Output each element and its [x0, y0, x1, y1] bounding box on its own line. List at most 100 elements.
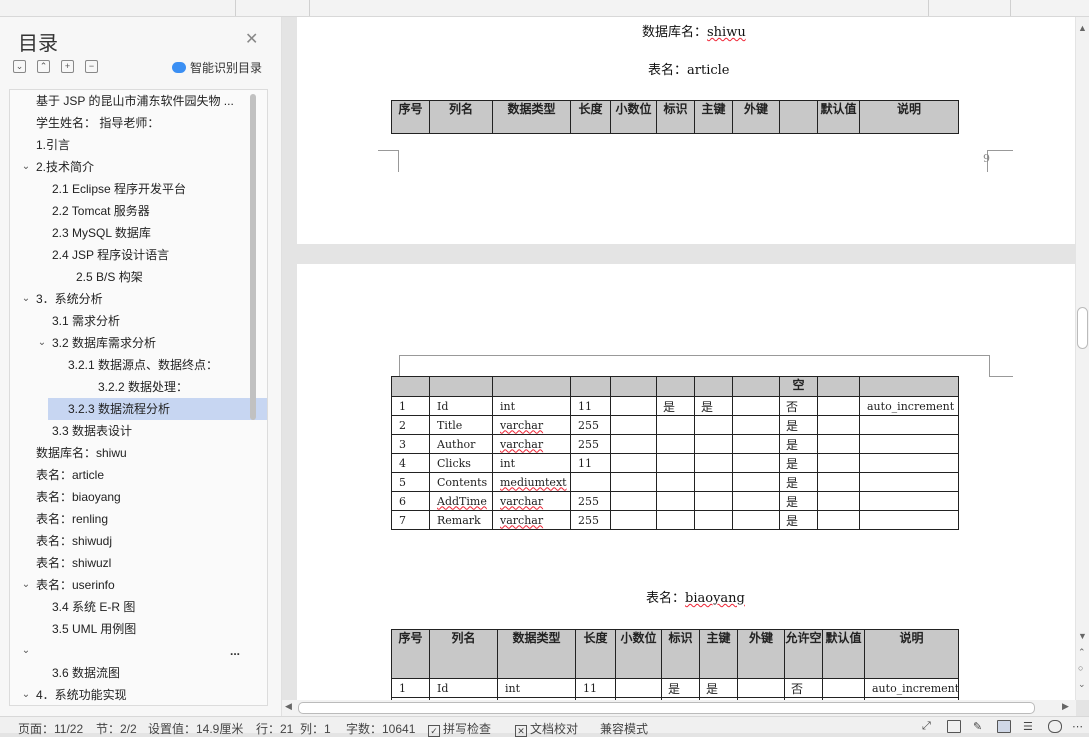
table-cell	[610, 510, 657, 530]
toc-item-selected[interactable]: 3.2.3 数据流程分析	[48, 398, 267, 420]
col-header: 小数位	[615, 629, 662, 679]
col-header: 数据类型	[492, 100, 571, 134]
toc-item[interactable]: 表名：userinfo	[10, 574, 267, 596]
toc-item-label: 3.4 系统 E-R 图	[52, 600, 136, 614]
spellcheck-toggle[interactable]: ✓ 拼写检查	[428, 722, 491, 737]
toc-item[interactable]: 2.4 JSP 程序设计语言	[10, 244, 267, 266]
toc-item[interactable]: 3.5 UML 用例图	[10, 618, 267, 640]
toc-item[interactable]: 表名：shiwudj	[10, 530, 267, 552]
fullscreen-icon[interactable]: ⤢	[922, 720, 934, 732]
col-header	[817, 376, 860, 397]
toc-item-label: 表名：userinfo	[36, 578, 115, 592]
scroll-up-icon[interactable]: ▲	[1078, 23, 1087, 33]
scroll-right-icon[interactable]: ▶	[1062, 701, 1069, 712]
table-cell	[817, 453, 860, 473]
smart-toc-button[interactable]: 智能识别目录	[172, 59, 262, 76]
table-cell	[694, 453, 733, 473]
read-mode-icon[interactable]	[947, 720, 961, 733]
status-page[interactable]: 页面：11/22	[18, 722, 83, 736]
table-cell	[817, 491, 860, 511]
prev-page-icon[interactable]: ⌃	[1078, 647, 1086, 658]
toc-item-label: 表名：shiwuzl	[36, 556, 112, 570]
vertical-scrollbar[interactable]: ▲ ▼ ⌃ ○ ⌄	[1076, 17, 1089, 700]
smart-toc-label: 智能识别目录	[190, 61, 263, 75]
col-header	[694, 376, 733, 397]
collapse-all-icon[interactable]: ⌄	[13, 60, 26, 73]
toc-item[interactable]: 3.2 数据库需求分析	[10, 332, 267, 354]
table-name: article	[687, 63, 730, 78]
scroll-thumb[interactable]	[1077, 307, 1088, 349]
select-browse-icon[interactable]: ○	[1078, 663, 1083, 673]
next-page-icon[interactable]: ⌄	[1078, 679, 1086, 690]
toc-scrollbar[interactable]	[250, 94, 256, 420]
proofread-toggle[interactable]: ✕ 文档校对	[515, 722, 578, 737]
toc-item[interactable]: 2.技术简介	[10, 156, 267, 178]
col-header: 列名	[429, 100, 493, 134]
remove-heading-icon[interactable]: −	[85, 60, 98, 73]
toc-item-label: 2.1 Eclipse 程序开发平台	[52, 182, 187, 196]
add-heading-icon[interactable]: +	[61, 60, 74, 73]
toc-item[interactable]: 2.5 B/S 构架	[10, 266, 267, 288]
scroll-left-icon[interactable]: ◀	[285, 701, 292, 712]
toc-item[interactable]: 2.1 Eclipse 程序开发平台	[10, 178, 267, 200]
table-cell	[570, 472, 611, 492]
table-cell: 是	[779, 491, 818, 511]
table-cell	[610, 415, 657, 435]
table-cell	[737, 678, 785, 698]
table-cell	[732, 453, 780, 473]
edit-icon[interactable]: ✎	[973, 720, 985, 733]
toc-item[interactable]: 3.1 需求分析	[10, 310, 267, 332]
toc-item-label: 3．系统分析	[36, 292, 103, 306]
toc-item[interactable]: 2.2 Tomcat 服务器	[10, 200, 267, 222]
col-header: 默认值	[822, 629, 865, 679]
toc-item-label: 4．系统功能实现	[36, 688, 127, 702]
toc-item[interactable]: 3.2.1 数据源点、数据终点：	[10, 354, 267, 376]
margin-marker	[989, 376, 1013, 377]
table-cell: 4	[391, 453, 430, 473]
toc-item[interactable]: 2.3 MySQL 数据库	[10, 222, 267, 244]
toc-item[interactable]: 表名：biaoyang	[10, 486, 267, 508]
scroll-down-icon[interactable]: ▼	[1078, 631, 1087, 641]
table-cell	[822, 678, 865, 698]
toc-item[interactable]: 表名：article	[10, 464, 267, 486]
toc-item[interactable]: 1.引言	[10, 134, 267, 156]
more-options[interactable]: ...	[230, 640, 240, 662]
table-cell: 11	[575, 678, 616, 698]
toc-item[interactable]: 学生姓名： 指导老师：	[10, 112, 267, 134]
scroll-thumb[interactable]	[298, 702, 1035, 714]
table-cell: 1	[391, 678, 430, 698]
table-cell	[732, 472, 780, 492]
status-bar: 页面：11/22 节：2/2 设置值：14.9厘米 行：21 列：1 字数：10…	[0, 716, 1089, 737]
col-header	[570, 376, 611, 397]
horizontal-scrollbar[interactable]: ◀ ▶	[282, 700, 1076, 716]
toc-item[interactable]: 3.2.2 数据处理：	[10, 376, 267, 398]
toc-item[interactable]: 数据库名：shiwu	[10, 442, 267, 464]
outline-view-icon[interactable]: ☰	[1023, 720, 1035, 733]
table-cell	[610, 434, 657, 454]
table-row: 7 Remark varchar 255 是	[391, 510, 959, 530]
table-cell	[656, 434, 695, 454]
more-view-icon[interactable]: ⋯	[1072, 720, 1084, 733]
web-view-icon[interactable]	[1048, 720, 1062, 733]
close-icon[interactable]: ✕	[245, 29, 258, 49]
table-cell: 否	[784, 678, 823, 698]
toc-item[interactable]: 表名：renling	[10, 508, 267, 530]
toc-item[interactable]: 3.6 数据流图	[10, 662, 267, 684]
toc-item[interactable]: 3．系统分析	[10, 288, 267, 310]
table-cell: 3	[391, 434, 430, 454]
table-cell	[817, 510, 860, 530]
db-name-line: 数据库名：shiwu	[642, 21, 746, 40]
col-header: 列名	[429, 629, 498, 679]
table-row: 2 Title varchar 255 是	[391, 415, 959, 435]
expand-up-icon[interactable]: ⌃	[37, 60, 50, 73]
toc-item[interactable]: 表名：shiwuzl	[10, 552, 267, 574]
col-header: 说明	[864, 629, 959, 679]
status-words[interactable]: 字数：10641	[346, 722, 415, 736]
toc-item[interactable]: 基于 JSP 的昆山市浦东软件园失物 ...	[10, 90, 267, 112]
toc-item[interactable]: 3.3 数据表设计	[10, 420, 267, 442]
page-view-icon[interactable]	[997, 720, 1011, 733]
toc-item[interactable]: 3.4 系统 E-R 图	[10, 596, 267, 618]
table-cell: 255	[570, 491, 611, 511]
table-label: 表名：	[648, 63, 688, 78]
toc-item[interactable]: 4．系统功能实现	[10, 684, 267, 705]
